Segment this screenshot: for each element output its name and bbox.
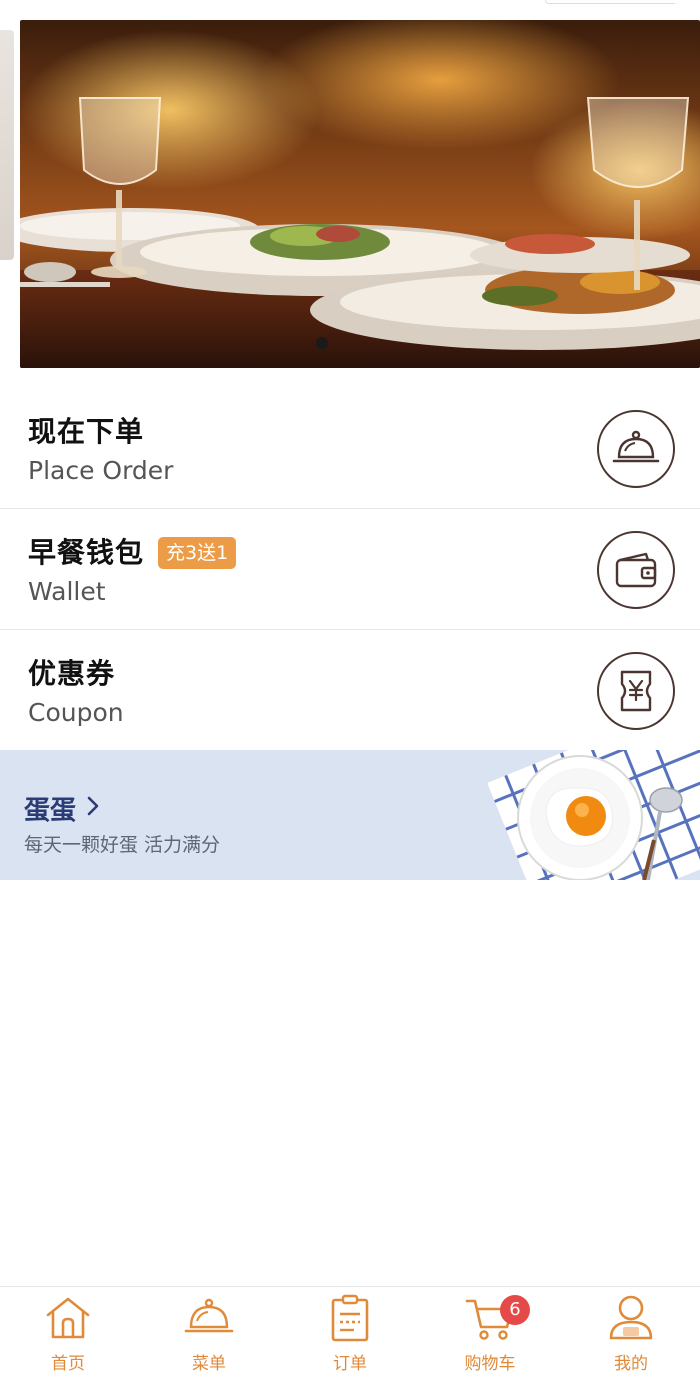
bottom-tab-bar: 首页 菜单 订单 购物车 6 我的 bbox=[0, 1286, 700, 1378]
place-order-subtitle: Place Order bbox=[28, 456, 174, 485]
tab-cart[interactable]: 购物车 6 bbox=[440, 1293, 540, 1375]
wallet-icon bbox=[597, 531, 675, 609]
header-edge bbox=[545, 0, 675, 4]
wallet-promo-badge: 充3送1 bbox=[158, 537, 237, 569]
carousel-indicator-dot[interactable] bbox=[316, 337, 328, 349]
order-list-icon bbox=[325, 1293, 375, 1343]
user-icon bbox=[606, 1293, 656, 1343]
previous-banner-peek bbox=[0, 30, 14, 260]
tab-menu[interactable]: 菜单 bbox=[159, 1293, 259, 1375]
coupon-row[interactable]: 优惠券 Coupon bbox=[0, 630, 700, 750]
egg-promo-title: 蛋蛋 bbox=[24, 796, 77, 826]
tab-orders[interactable]: 订单 bbox=[300, 1293, 400, 1375]
place-order-title: 现在下单 bbox=[28, 415, 145, 448]
cart-count-badge: 6 bbox=[500, 1295, 530, 1325]
tab-menu-label: 菜单 bbox=[192, 1354, 226, 1374]
coupon-icon bbox=[597, 652, 675, 730]
banner-image[interactable] bbox=[20, 20, 700, 368]
banner-carousel[interactable] bbox=[0, 0, 700, 372]
place-order-row[interactable]: 现在下单 Place Order bbox=[0, 388, 700, 508]
cloche-icon bbox=[597, 410, 675, 488]
wallet-title: 早餐钱包 bbox=[28, 536, 145, 569]
egg-promo-subtitle: 每天一颗好蛋 活力满分 bbox=[24, 834, 221, 856]
tab-profile[interactable]: 我的 bbox=[581, 1293, 681, 1375]
tab-home[interactable]: 首页 bbox=[18, 1293, 118, 1375]
tab-cart-label: 购物车 bbox=[464, 1354, 516, 1374]
tab-home-label: 首页 bbox=[51, 1354, 85, 1374]
egg-promo-title-row: 蛋蛋 bbox=[24, 790, 100, 827]
chevron-right-icon bbox=[86, 794, 100, 824]
wallet-row[interactable]: 早餐钱包 充3送1 Wallet bbox=[0, 509, 700, 629]
egg-promo-card[interactable]: 蛋蛋 每天一颗好蛋 活力满分 bbox=[0, 750, 700, 880]
fried-egg-plate-image bbox=[487, 750, 700, 880]
coupon-title: 优惠券 bbox=[28, 657, 116, 690]
home-icon bbox=[43, 1293, 93, 1343]
cloche-icon bbox=[184, 1293, 234, 1343]
tab-profile-label: 我的 bbox=[614, 1354, 648, 1374]
wallet-subtitle: Wallet bbox=[28, 577, 106, 606]
tab-orders-label: 订单 bbox=[333, 1354, 367, 1374]
coupon-subtitle: Coupon bbox=[28, 698, 124, 727]
